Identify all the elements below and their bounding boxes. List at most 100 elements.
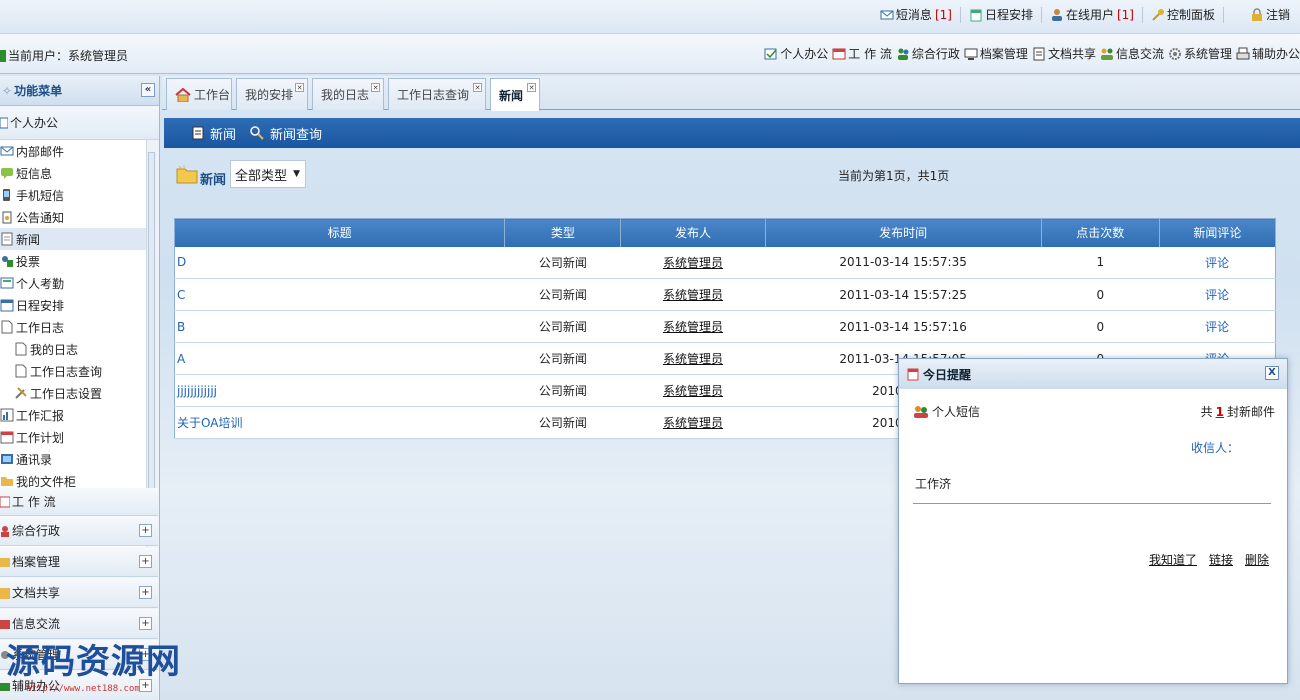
close-tab-icon[interactable]: ✕ [473,83,482,92]
publisher-link[interactable]: 系统管理员 [620,342,766,375]
sidebar-header: ✧ 功能菜单 « [0,76,159,106]
news-title-link[interactable]: C [174,278,505,311]
sidebar-item-work-plan[interactable]: 工作计划 [0,426,146,448]
tools-icon [15,387,27,399]
logout-label: 注销 [1265,8,1290,22]
top-links: 短消息 [1] 日程安排 在线用户 [1] 控制面板 注销 [872,6,1290,23]
sidebar-item-schedule[interactable]: 日程安排 [0,294,146,316]
comment-link[interactable]: 评论 [1159,246,1276,279]
open-link[interactable]: 链接 [1209,551,1233,568]
module-admin[interactable]: 综合行政 [896,45,960,62]
close-icon[interactable]: X [1265,366,1279,380]
comment-link[interactable]: 评论 [1159,278,1276,311]
sidebar-item-log-query[interactable]: 工作日志查询 [0,360,146,382]
comment-link[interactable]: 评论 [1159,310,1276,343]
group-archive[interactable]: 档案管理 + [0,547,158,577]
column-header-time[interactable]: 发布时间 [765,218,1042,247]
sidebar-item-vote[interactable]: 投票 [0,250,146,272]
column-header-comments[interactable]: 新闻评论 [1159,218,1277,247]
sidebar-item-sms[interactable]: 短信息 [0,162,146,184]
news-toolbar: 新闻 新闻查询 [164,118,1300,148]
divider [1040,6,1042,23]
window-icon [832,48,846,59]
module-assist[interactable]: 辅助办公 [1236,45,1300,62]
group-doc-share[interactable]: 文档共享 + [0,578,158,608]
module-info-exchange[interactable]: 信息交流 [1100,45,1164,62]
sidebar-item-work-log[interactable]: 工作日志 [0,316,146,338]
document-icon [0,587,10,599]
tab-news[interactable]: 新闻 ✕ [490,78,540,111]
module-workflow[interactable]: 工 作 流 [832,45,892,62]
control-panel-link[interactable]: 控制面板 [1151,6,1215,23]
publish-time: 2011-03-14 15:57:25 [765,278,1042,311]
menu-label: 公告通知 [16,210,65,225]
news-title-link[interactable]: A [174,342,505,375]
sidebar-item-address-book[interactable]: 通讯录 [0,448,146,470]
column-header-publisher[interactable]: 发布人 [620,218,766,247]
publisher-link[interactable]: 系统管理员 [620,246,766,279]
module-archive[interactable]: 档案管理 [964,45,1028,62]
news-button[interactable]: 新闻 [192,124,236,143]
sidebar-item-attendance[interactable]: 个人考勤 [0,272,146,294]
expand-icon[interactable]: + [139,524,152,537]
sidebar-item-notice[interactable]: 公告通知 [0,206,146,228]
type-select[interactable]: 全部类型 ▼ [230,160,307,188]
expand-icon[interactable]: + [139,586,152,599]
count-number[interactable]: 1 [1216,405,1224,419]
logout-link[interactable]: 注销 [1250,6,1290,23]
delete-link[interactable]: 删除 [1245,551,1269,568]
group-personal-office[interactable]: 个人办公 [0,106,159,140]
group-workflow[interactable]: 工 作 流 [0,488,158,516]
short-message-link[interactable]: 短消息 [1] [880,6,952,23]
sidebar-item-my-log[interactable]: 我的日志 [0,338,146,360]
group-admin[interactable]: 综合行政 + [0,516,158,546]
module-system[interactable]: 系统管理 [1168,45,1232,62]
tab-log-query[interactable]: 工作日志查询 ✕ [388,78,486,110]
click-count: 0 [1041,278,1160,311]
module-label: 工 作 流 [848,47,892,61]
sidebar-item-news[interactable]: 新闻 [0,228,146,250]
column-header-title[interactable]: 标题 [174,218,506,247]
window-icon [0,496,10,507]
module-doc-share[interactable]: 文档共享 [1032,45,1096,62]
news-title-link[interactable]: B [174,310,505,343]
news-title-link[interactable]: D [174,246,505,279]
tab-bar: 工作台 我的安排 ✕ 我的日志 ✕ 工作日志查询 ✕ 新闻 ✕ [162,76,1300,111]
sidebar-title: 功能菜单 [14,84,63,98]
collapse-sidebar-button[interactable]: « [141,83,155,97]
schedule-link[interactable]: 日程安排 [969,6,1033,23]
module-personal-office[interactable]: 个人办公 [764,45,828,62]
publisher-link[interactable]: 系统管理员 [620,374,766,407]
notice-icon [2,211,12,224]
sidebar-item-internal-mail[interactable]: 内部邮件 [0,140,146,162]
expand-icon[interactable]: + [139,555,152,568]
news-title-link[interactable]: 关于OA培训 [174,406,505,439]
document-icon [192,126,204,140]
publisher-link[interactable]: 系统管理员 [620,310,766,343]
close-tab-icon[interactable]: ✕ [371,83,380,92]
news-query-button[interactable]: 新闻查询 [250,124,322,143]
online-users-link[interactable]: 在线用户 [1] [1050,6,1134,23]
mail-count: 共 1 封新邮件 [1201,403,1275,420]
news-filter: 新闻 全部类型 ▼ [176,160,307,188]
tab-my-log[interactable]: 我的日志 ✕ [312,78,384,110]
menu-label: 我的日志 [30,342,79,357]
expand-icon[interactable]: + [139,617,152,630]
tab-workbench[interactable]: 工作台 [166,78,232,110]
publisher-link[interactable]: 系统管理员 [620,406,766,439]
news-title-link[interactable]: jjjjjjjjjjjj [174,374,505,407]
acknowledge-link[interactable]: 我知道了 [1149,551,1197,568]
scrollbar-thumb[interactable] [148,152,155,522]
sidebar-item-log-settings[interactable]: 工作日志设置 [0,382,146,404]
reminder-category: 个人短信 [913,403,980,420]
sidebar-item-mobile-sms[interactable]: 手机短信 [0,184,146,206]
tab-my-arrangement[interactable]: 我的安排 ✕ [236,78,308,110]
close-tab-icon[interactable]: ✕ [527,83,536,92]
phone-icon [3,189,10,201]
close-tab-icon[interactable]: ✕ [295,83,304,92]
column-header-clicks[interactable]: 点击次数 [1041,218,1160,247]
menu-label: 工作日志查询 [30,364,103,379]
sidebar-item-work-report[interactable]: 工作汇报 [0,404,146,426]
column-header-type[interactable]: 类型 [504,218,622,247]
publisher-link[interactable]: 系统管理员 [620,278,766,311]
